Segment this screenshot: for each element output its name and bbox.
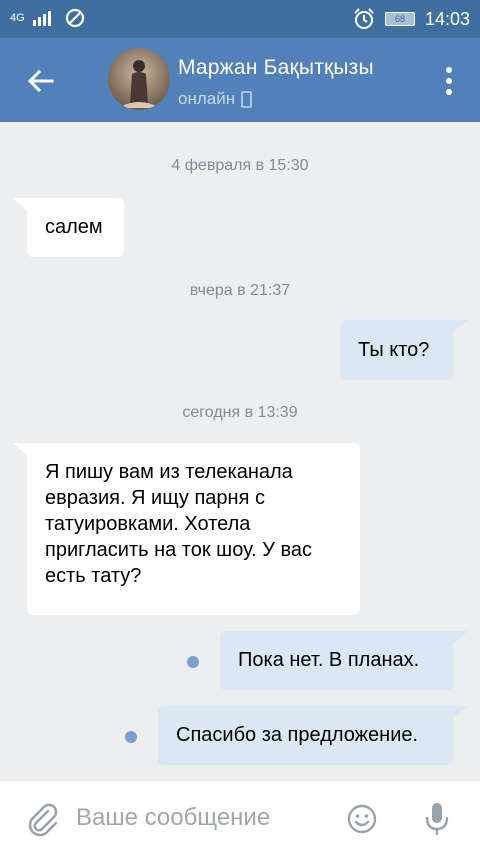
unread-indicator [125,731,137,743]
date-separator: вчера в 21:37 [189,282,291,299]
microphone-icon[interactable] [424,801,450,837]
mobile-icon [241,90,252,108]
signal-icon [32,11,51,26]
message-line: пригласить на ток шоу. У вас [45,539,313,561]
emoji-icon[interactable] [346,803,378,835]
back-arrow-icon[interactable] [24,64,58,98]
message-line: евразия. Я ищу парня с [45,487,265,509]
online-status-label: онлайн [178,89,236,108]
message-input[interactable] [76,799,326,837]
date-separator: сегодня в 13:39 [182,404,298,421]
message-line: есть тату? [45,565,142,587]
clock: 14:03 [424,8,470,29]
message-line: Я пишу вам из телеканала [45,461,293,483]
more-vert-icon[interactable] [444,66,454,96]
attach-icon[interactable] [24,801,60,837]
avatar[interactable] [108,48,170,110]
network-label: 4G [10,12,25,24]
avatar-image [108,48,170,110]
incoming-message[interactable]: Я пишу вам из телеканала евразия. Я ищу … [27,443,360,615]
outgoing-message[interactable]: Ты кто? [340,320,453,380]
contact-name[interactable]: Маржан Бақытқызы [178,56,374,80]
unread-indicator [187,656,199,668]
outgoing-message[interactable]: Спасибо за предложение. [158,706,453,765]
online-status: онлайн [178,89,252,109]
message-line: татуировками. Хотела [45,513,251,535]
chat-header: Маржан Бақытқызы онлайн [0,38,480,122]
message-text: Ты кто? [358,339,430,361]
message-composer [0,780,480,854]
battery-level: 68 [394,14,405,24]
message-text: Спасибо за предложение. [176,724,419,746]
date-separator: 4 февраля в 15:30 [171,157,309,174]
message-text: салем [45,216,103,238]
do-not-disturb-icon [65,8,84,28]
status-bar: 4G 68 14:03 [0,0,480,38]
outgoing-message[interactable]: Пока нет. В планах. [220,631,453,690]
battery-icon: 68 [384,12,415,26]
incoming-message[interactable]: салем [27,198,124,257]
alarm-icon [354,8,374,29]
message-text: Пока нет. В планах. [238,649,420,671]
